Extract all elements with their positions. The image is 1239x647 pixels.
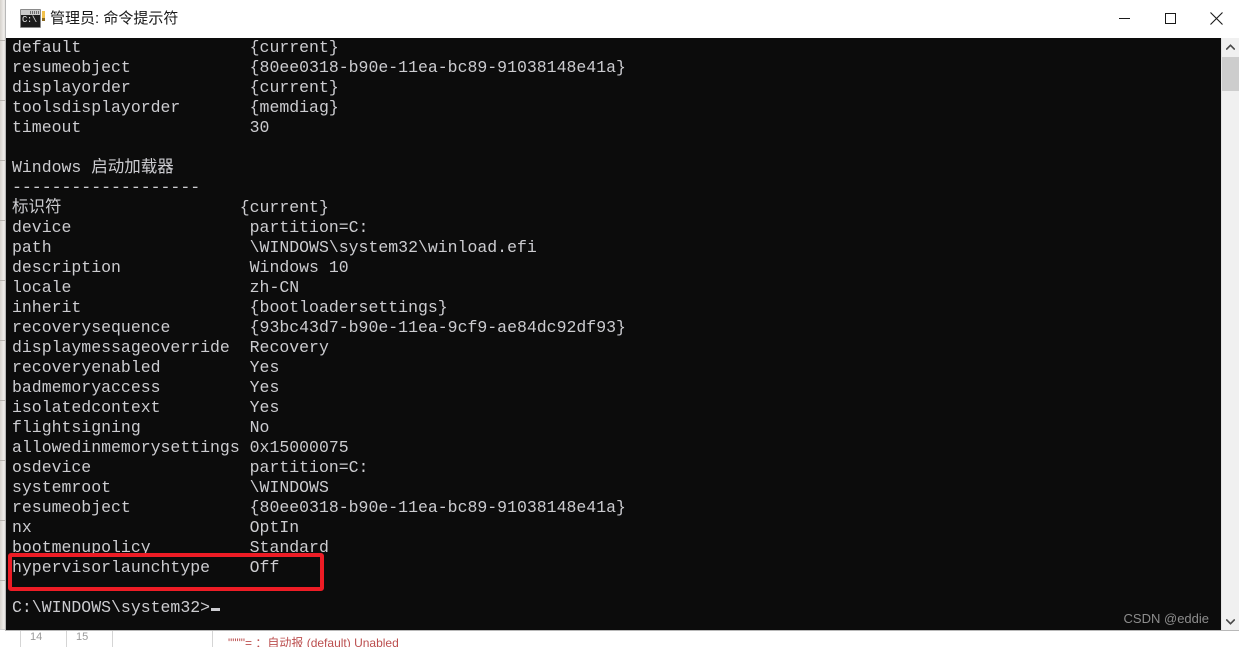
pencil-icon	[42, 11, 45, 21]
watermark: CSDN @eddie	[1123, 611, 1209, 626]
scrollbar-down-button[interactable]	[1222, 613, 1239, 630]
console-prompt: C:\WINDOWS\system32>	[12, 598, 211, 617]
console-line: osdevice partition=C:	[12, 458, 369, 477]
console-line: displaymessageoverride Recovery	[12, 338, 329, 357]
console-line: hypervisorlaunchtype Off	[12, 558, 280, 577]
background-red-text: """"= ：自动报 (default) Unabled	[228, 636, 399, 647]
console-scrollbar[interactable]	[1221, 38, 1239, 630]
chevron-up-icon	[1226, 43, 1235, 50]
close-icon	[1209, 12, 1223, 25]
minimize-button[interactable]	[1101, 0, 1147, 37]
console-line: device partition=C:	[12, 218, 369, 237]
console-line: bootmenupolicy Standard	[12, 538, 329, 557]
scrollbar-up-button[interactable]	[1222, 38, 1239, 55]
console-prompt-line[interactable]: C:\WINDOWS\system32>	[12, 598, 626, 618]
console-line: allowedinmemorysettings 0x15000075	[12, 438, 349, 457]
cmd-icon-text: C:\	[22, 15, 37, 25]
window-controls	[1101, 0, 1239, 37]
console-line: isolatedcontext Yes	[12, 398, 280, 417]
background-row-number: 15	[76, 631, 89, 643]
maximize-icon	[1164, 13, 1176, 24]
minimize-icon	[1118, 18, 1130, 19]
chevron-down-icon	[1226, 618, 1235, 625]
console-line: default {current}	[12, 38, 339, 57]
console-line: flightsigning No	[12, 418, 270, 437]
scrollbar-thumb[interactable]	[1222, 57, 1239, 91]
console-output-area[interactable]: default {current} resumeobject {80ee0318-…	[6, 38, 1239, 630]
console-line: recoveryenabled Yes	[12, 358, 280, 377]
window-title: 管理员: 命令提示符	[50, 10, 179, 27]
cmd-icon: C:\	[20, 9, 45, 28]
background-spreadsheet-rows: 14 15 """"= ：自动报 (default) Unabled	[0, 629, 1239, 647]
console-line: displayorder {current}	[12, 78, 339, 97]
console-line: badmemoryaccess Yes	[12, 378, 280, 397]
console-line: -------------------	[12, 178, 201, 197]
console-line: nx OptIn	[12, 518, 300, 537]
console-line: toolsdisplayorder {memdiag}	[12, 98, 339, 117]
close-button[interactable]	[1193, 0, 1239, 37]
console-line: resumeobject {80ee0318-b90e-11ea-bc89-91…	[12, 498, 626, 517]
console-line: locale zh-CN	[12, 278, 300, 297]
console-line: Windows 启动加载器	[12, 158, 174, 177]
console-text-block: default {current} resumeobject {80ee0318-…	[12, 38, 626, 618]
console-line: inherit {bootloadersettings}	[12, 298, 448, 317]
background-row-number: 14	[30, 631, 43, 643]
console-line: resumeobject {80ee0318-b90e-11ea-bc89-91…	[12, 58, 626, 77]
console-line: timeout 30	[12, 118, 270, 137]
console-cursor	[211, 608, 221, 611]
console-line: 标识符 {current}	[12, 198, 329, 217]
command-prompt-window: C:\ 管理员: 命令提示符 default {current} resumeo…	[6, 0, 1239, 630]
console-line: description Windows 10	[12, 258, 349, 277]
console-line: systemroot \WINDOWS	[12, 478, 329, 497]
console-line: path \WINDOWS\system32\winload.efi	[12, 238, 537, 257]
title-bar[interactable]: C:\ 管理员: 命令提示符	[6, 0, 1239, 39]
console-line: recoverysequence {93bc43d7-b90e-11ea-9cf…	[12, 318, 626, 337]
screen-root: O e o N 14 15 """"= ：自动报 (default) Unabl…	[0, 0, 1239, 647]
scrollbar-track[interactable]	[1222, 91, 1239, 613]
maximize-button[interactable]	[1147, 0, 1193, 37]
